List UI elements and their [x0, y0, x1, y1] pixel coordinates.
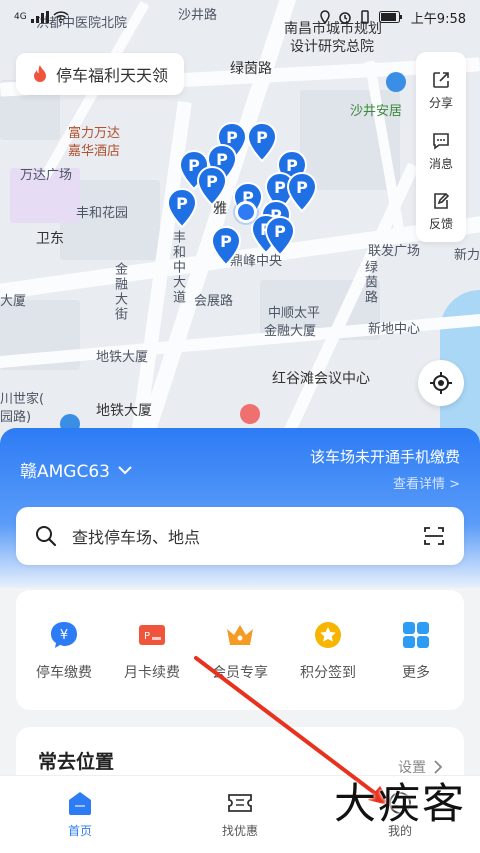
search-icon [36, 526, 57, 547]
svg-text:P: P [256, 128, 268, 147]
service-label: 会员专享 [212, 665, 268, 681]
parking-pin-icon[interactable]: P [210, 226, 242, 266]
share-icon [433, 72, 449, 88]
ticket-icon [228, 794, 252, 812]
side-action-panel: 分享 消息 反馈 [416, 52, 466, 242]
service-label: 停车缴费 [36, 665, 92, 681]
network-label: 4G [14, 12, 27, 22]
watermark-text: 大疾客 [333, 779, 466, 828]
map-label: 万达广场 [20, 168, 73, 183]
plate-selector[interactable]: 赣AMGC63 [20, 457, 132, 482]
signal-icon [30, 11, 49, 23]
map-label: 沙井安居 [350, 104, 403, 119]
map-label: 绿茵路 [230, 61, 272, 77]
map-label: 地铁大厦 [96, 403, 152, 419]
map-label: 绿茵路 [362, 260, 377, 305]
alarm-icon [339, 12, 351, 24]
payment-notice: 该车场未开通手机缴费 查看详情 > [310, 446, 460, 492]
service-points-checkin[interactable]: 积分签到 [288, 618, 368, 682]
service-label: 更多 [402, 665, 430, 681]
home-icon [69, 792, 91, 815]
map-label: 嘉华酒店 [68, 144, 121, 159]
tab-label: 首页 [67, 824, 92, 838]
svg-text:P: P [220, 232, 232, 251]
map-label: 新地中心 [368, 322, 421, 337]
map-label: 川世家( [0, 392, 45, 407]
crosshair-icon [430, 372, 452, 394]
share-button[interactable]: 分享 [416, 60, 466, 121]
map-label: 会展路 [194, 294, 234, 309]
tab-label: 找优惠 [221, 824, 258, 838]
current-location-dot [235, 201, 257, 223]
svg-text:P: P [296, 178, 308, 197]
promo-label: 停车福利天天领 [56, 66, 169, 85]
grid-icon [403, 622, 429, 648]
map-label: 金融大厦 [264, 324, 317, 339]
service-label: 积分签到 [300, 665, 356, 681]
map-label: 设计研究总院 [290, 39, 374, 55]
chevron-down-icon [118, 465, 132, 474]
scan-icon[interactable] [422, 524, 446, 548]
location-status-icon [320, 10, 330, 24]
poi-icon[interactable] [386, 72, 406, 92]
message-button[interactable]: 消息 [416, 121, 466, 182]
map-label: 卫东 [36, 231, 64, 247]
flame-icon [34, 65, 46, 82]
map-label: 丰和花园 [76, 206, 129, 221]
map-label: 丰和中大道 [170, 230, 185, 305]
star-coin-icon [315, 622, 341, 648]
map-label: 金融大街 [112, 262, 127, 322]
parking-pin-icon[interactable]: P [196, 166, 228, 206]
parking-pin-icon[interactable]: P [166, 188, 198, 228]
feedback-label: 反馈 [428, 217, 453, 232]
svg-text:¥: ¥ [60, 628, 68, 643]
map-label: 园路) [0, 410, 32, 425]
svg-text:P: P [176, 194, 188, 213]
service-member[interactable]: 会员专享 [200, 618, 280, 682]
svg-text:P: P [274, 178, 286, 197]
vibrate-icon [361, 10, 369, 24]
map-label: 联发广场 [368, 244, 421, 259]
search-input[interactable]: 查找停车场、地点 [72, 524, 422, 548]
poi-star-icon[interactable] [240, 404, 260, 424]
map-label: 中顺太平 [268, 306, 321, 321]
map-label: 富力万达 [68, 126, 121, 141]
service-more[interactable]: 更多 [376, 618, 456, 682]
search-bar[interactable]: 查找停车场、地点 [16, 507, 464, 565]
svg-text:P: P [144, 631, 150, 642]
wifi-icon [53, 11, 69, 23]
parking-pin-icon[interactable]: P [264, 216, 296, 256]
tab-deals[interactable]: 找优惠 [160, 776, 320, 853]
clock: 上午9:58 [410, 11, 466, 27]
battery-icon [378, 11, 402, 23]
map-label: 大厦 [0, 294, 27, 309]
map-label: 新力 [454, 248, 480, 263]
services-grid: ¥ 停车缴费 P 月卡续费 会员专享 积分签到 更多 [16, 590, 464, 710]
notice-text: 该车场未开通手机缴费 [309, 448, 460, 466]
plate-number: 赣AMGC63 [20, 462, 110, 482]
crown-icon [227, 625, 253, 645]
svg-text:P: P [206, 172, 218, 191]
feedback-button[interactable]: 反馈 [416, 181, 466, 242]
map-label: 地铁大厦 [96, 350, 149, 365]
feedback-icon [434, 193, 450, 209]
card-icon: P [139, 625, 165, 645]
service-label: 月卡续费 [124, 665, 180, 681]
message-icon [433, 132, 449, 150]
locate-button[interactable] [418, 360, 464, 406]
message-label: 消息 [428, 156, 453, 171]
map-label: 红谷滩会议中心 [272, 371, 370, 387]
share-label: 分享 [428, 95, 453, 110]
service-parking-payment[interactable]: ¥ 停车缴费 [24, 618, 104, 682]
service-monthly-card[interactable]: P 月卡续费 [112, 618, 192, 682]
view-details-link[interactable]: 查看详情 > [310, 473, 460, 492]
promo-button[interactable]: 停车福利天天领 [16, 53, 185, 95]
status-bar: 4G 上午9:58 [0, 0, 480, 34]
parking-pin-icon[interactable]: P [246, 122, 278, 162]
svg-text:P: P [274, 222, 286, 241]
tab-home[interactable]: 首页 [0, 776, 160, 853]
yuan-bubble-icon: ¥ [51, 622, 77, 648]
